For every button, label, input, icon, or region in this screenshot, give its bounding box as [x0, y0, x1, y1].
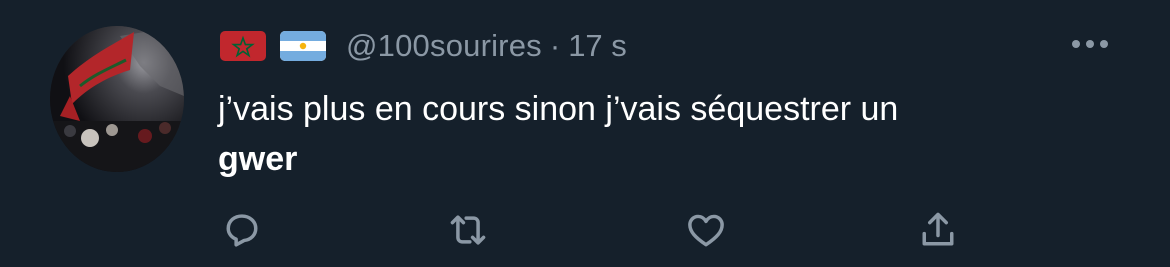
share-icon[interactable] [914, 208, 962, 252]
tweet-text: j’vais plus en cours sinon j’vais séques… [218, 84, 1118, 184]
avatar[interactable] [50, 26, 184, 172]
argentina-flag-icon [280, 31, 326, 61]
tweet-text-bold: gwer [218, 140, 298, 178]
retweet-icon[interactable] [444, 208, 492, 252]
avatar-image [50, 26, 184, 172]
tweet-text-line: j’vais plus en cours sinon j’vais séques… [218, 90, 899, 128]
morocco-flag-icon [220, 31, 266, 61]
tweet[interactable]: @100sourires · 17 s j’vais plus en cours… [0, 0, 1170, 267]
tweet-header: @100sourires · 17 s [220, 26, 627, 66]
more-options-icon[interactable] [1072, 40, 1108, 48]
timestamp[interactable]: 17 s [568, 28, 627, 64]
like-icon[interactable] [682, 208, 730, 252]
user-handle[interactable]: @100sourires [346, 28, 542, 64]
reply-icon[interactable] [218, 208, 266, 252]
separator: · [549, 28, 561, 63]
